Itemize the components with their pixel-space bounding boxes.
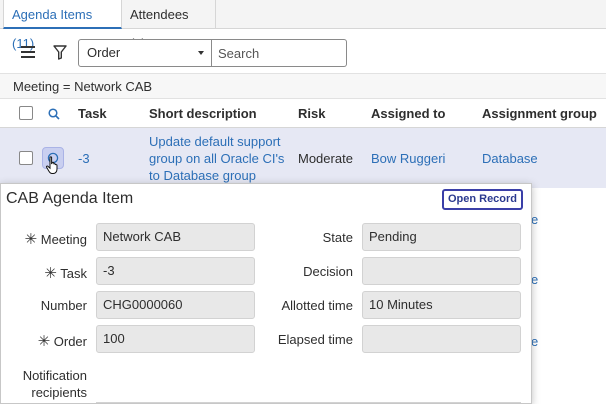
assignment-group-link-partial[interactable]: e bbox=[531, 212, 538, 227]
row-checkbox[interactable] bbox=[19, 151, 33, 165]
column-header-risk[interactable]: Risk bbox=[298, 99, 325, 128]
state-field: Pending bbox=[362, 223, 521, 251]
required-marker-icon: ✳ bbox=[44, 265, 57, 282]
popup-title: CAB Agenda Item bbox=[6, 190, 134, 207]
decision-field bbox=[362, 257, 521, 285]
elapsed-time-label: Elapsed time bbox=[277, 332, 353, 347]
notification-recipients-label: Notification recipients bbox=[22, 368, 87, 400]
list-toolbar: Order bbox=[0, 29, 606, 74]
select-all-checkbox[interactable] bbox=[19, 106, 33, 120]
task-label: ✳ Task bbox=[44, 265, 87, 282]
table-header: Task Short description Risk Assigned to … bbox=[0, 99, 606, 128]
elapsed-time-field bbox=[362, 325, 521, 353]
search-icon[interactable] bbox=[42, 102, 66, 126]
short-description-line-3[interactable]: to Database group bbox=[149, 168, 256, 184]
record-preview-button[interactable] bbox=[42, 147, 64, 174]
table-row: -3 Update default support group on all O… bbox=[0, 128, 606, 188]
short-description-line-2[interactable]: group on all Oracle CI's bbox=[149, 151, 284, 167]
record-preview-popup: CAB Agenda Item Open Record ✳ Meeting Ne… bbox=[0, 183, 532, 404]
number-label: Number bbox=[40, 298, 87, 313]
required-marker-icon: ✳ bbox=[37, 333, 51, 350]
order-field: 100 bbox=[96, 325, 255, 353]
breadcrumb[interactable]: Meeting = Network CAB bbox=[0, 74, 606, 99]
task-link[interactable]: -3 bbox=[78, 151, 90, 167]
column-header-short-description[interactable]: Short description bbox=[149, 99, 257, 128]
assignment-group-link-partial[interactable]: e bbox=[531, 272, 538, 287]
meeting-field: Network CAB bbox=[96, 223, 255, 251]
assigned-to-link[interactable]: Bow Ruggeri bbox=[371, 151, 445, 167]
search-field-select[interactable]: Order bbox=[78, 39, 212, 67]
required-marker-icon: ✳ bbox=[24, 231, 38, 248]
short-description-line-1[interactable]: Update default support bbox=[149, 134, 281, 150]
filter-icon[interactable] bbox=[48, 40, 72, 64]
meeting-label: ✳ Meeting bbox=[24, 231, 87, 248]
tab-attendees[interactable]: Attendees (3) bbox=[122, 0, 216, 51]
search-field-select-value: Order bbox=[87, 45, 121, 60]
assignment-group-link-partial[interactable]: e bbox=[531, 334, 538, 349]
hand-cursor-icon bbox=[45, 156, 58, 174]
column-header-assignment-group[interactable]: Assignment group bbox=[482, 99, 597, 128]
task-field: -3 bbox=[96, 257, 255, 285]
assignment-group-link[interactable]: Database bbox=[482, 151, 538, 167]
state-label: State bbox=[322, 230, 353, 245]
risk-value: Moderate bbox=[298, 151, 353, 166]
allotted-time-field: 10 Minutes bbox=[362, 291, 521, 319]
chevron-down-icon bbox=[198, 51, 204, 55]
open-record-button[interactable]: Open Record bbox=[442, 189, 523, 210]
column-header-task[interactable]: Task bbox=[78, 99, 107, 128]
search-input[interactable] bbox=[212, 39, 347, 67]
tab-agenda-items[interactable]: Agenda Items (11) bbox=[3, 0, 122, 51]
related-list-tabs: Agenda Items (11) Attendees (3) bbox=[0, 0, 606, 51]
number-field: CHG0000060 bbox=[96, 291, 255, 319]
column-header-assigned-to[interactable]: Assigned to bbox=[371, 99, 445, 128]
hamburger-menu-icon[interactable] bbox=[16, 40, 40, 64]
order-label: ✳ Order bbox=[37, 333, 87, 350]
decision-label: Decision bbox=[303, 264, 353, 279]
allotted-time-label: Allotted time bbox=[281, 298, 353, 313]
